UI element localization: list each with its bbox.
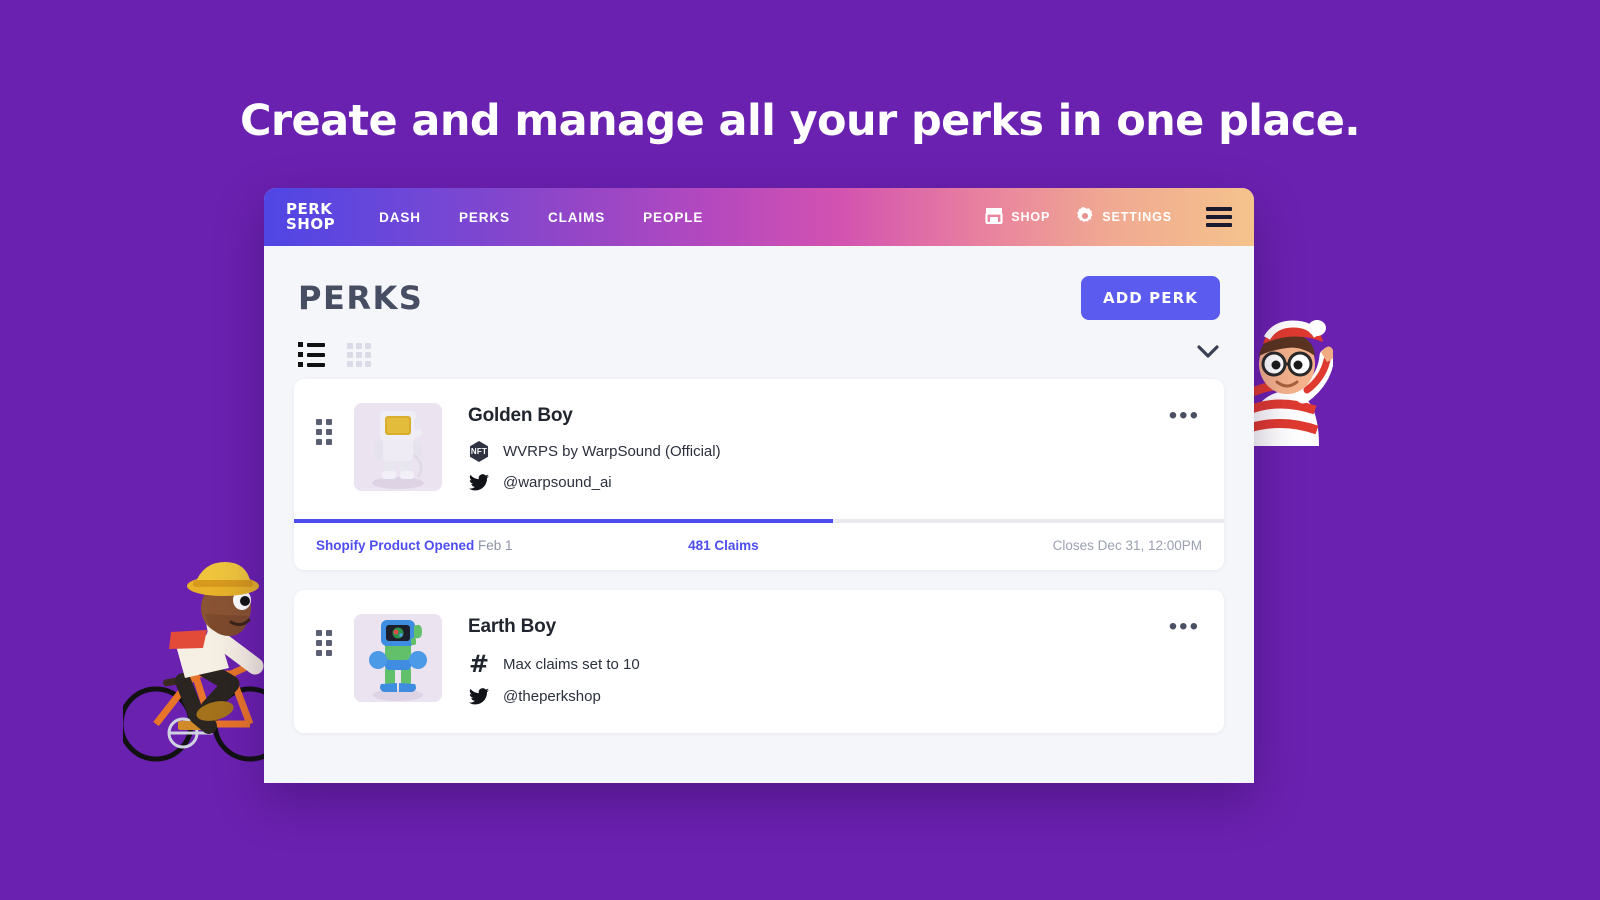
perk-status: Shopify Product Opened Feb 1 <box>316 538 688 553</box>
perk-thumbnail-earth-boy <box>354 614 442 702</box>
nav-item-settings[interactable]: SETTINGS <box>1076 206 1172 228</box>
nft-badge-icon: NFT <box>468 441 490 462</box>
perk-title: Golden Boy <box>468 405 573 426</box>
perk-status-label[interactable]: Shopify Product Opened <box>316 538 474 553</box>
hamburger-bar <box>1206 223 1232 227</box>
perk-title: Earth Boy <box>468 616 556 637</box>
perk-meta-twitter: @warpsound_ai <box>468 474 1167 491</box>
perk-card-earth-boy[interactable]: Earth Boy # Max claims set to 10 @theper… <box>294 590 1224 733</box>
chevron-down-icon[interactable] <box>1196 344 1220 365</box>
hash-icon: # <box>468 650 490 678</box>
logo-line-2: SHOP <box>286 215 336 233</box>
perk-twitter-handle: @warpsound_ai <box>503 474 612 491</box>
perk-claims-count[interactable]: 481 Claims <box>688 538 759 553</box>
perk-progress-fill <box>294 519 834 523</box>
page-header: PERKS ADD PERK <box>264 246 1254 320</box>
store-icon <box>985 207 1003 227</box>
grid-view-icon[interactable] <box>347 342 371 367</box>
cyclist-illustration <box>118 556 288 776</box>
perk-max-claims-text: Max claims set to 10 <box>503 655 640 673</box>
hamburger-bar <box>1206 207 1232 211</box>
twitter-icon <box>468 474 490 491</box>
perk-progress-bar <box>294 519 1224 523</box>
hamburger-bar <box>1206 215 1232 219</box>
nav-item-claims[interactable]: CLAIMS <box>548 210 605 225</box>
page-title: PERKS <box>298 279 424 317</box>
hamburger-menu-icon[interactable] <box>1206 207 1232 227</box>
nav-shop-label: SHOP <box>1011 210 1051 224</box>
view-toolbar <box>264 320 1254 379</box>
perk-info-earth-boy: Earth Boy # Max claims set to 10 @theper… <box>468 614 1167 717</box>
nav-right-group: SHOP SETTINGS <box>985 188 1254 246</box>
twitter-icon <box>468 688 490 705</box>
app-window: PERK SHOP DASH PERKS CLAIMS PEOPLE SHOP <box>264 188 1254 783</box>
perk-card-body: Earth Boy # Max claims set to 10 @theper… <box>294 590 1224 733</box>
waldo-illustration <box>1241 318 1335 453</box>
list-view-icon[interactable] <box>298 342 325 367</box>
drag-handle-icon[interactable] <box>316 630 332 656</box>
perk-list: Golden Boy NFT WVRPS by WarpSound (Offic… <box>264 379 1254 733</box>
top-navigation-bar: PERK SHOP DASH PERKS CLAIMS PEOPLE SHOP <box>264 188 1254 246</box>
nav-links: DASH PERKS CLAIMS PEOPLE <box>379 210 703 225</box>
nav-item-people[interactable]: PEOPLE <box>643 210 703 225</box>
nft-badge-label: NFT <box>469 441 489 462</box>
nav-item-shop[interactable]: SHOP <box>985 207 1050 227</box>
perk-meta-twitter: @theperkshop <box>468 688 1167 705</box>
perk-footer: Shopify Product Opened Feb 1 481 Claims … <box>294 523 1224 570</box>
nav-settings-label: SETTINGS <box>1102 210 1172 224</box>
perk-info-golden-boy: Golden Boy NFT WVRPS by WarpSound (Offic… <box>468 403 1167 503</box>
perk-meta-max-claims: # Max claims set to 10 <box>468 652 1167 676</box>
gear-icon <box>1076 206 1094 228</box>
more-options-icon[interactable]: ••• <box>1167 404 1202 428</box>
perk-claims: 481 Claims <box>688 538 972 553</box>
perk-card-golden-boy[interactable]: Golden Boy NFT WVRPS by WarpSound (Offic… <box>294 379 1224 570</box>
nav-item-dash[interactable]: DASH <box>379 210 421 225</box>
drag-handle-icon[interactable] <box>316 419 332 445</box>
perk-twitter-handle: @theperkshop <box>503 688 601 705</box>
perk-closes-date: Closes Dec 31, 12:00PM <box>1052 538 1202 553</box>
more-options-icon[interactable]: ••• <box>1167 615 1202 639</box>
app-logo[interactable]: PERK SHOP <box>286 202 335 232</box>
perk-card-body: Golden Boy NFT WVRPS by WarpSound (Offic… <box>294 379 1224 519</box>
nav-item-perks[interactable]: PERKS <box>459 210 510 225</box>
perk-collection-text: WVRPS by WarpSound (Official) <box>503 443 721 460</box>
perk-thumbnail-golden-boy <box>354 403 442 491</box>
add-perk-button[interactable]: ADD PERK <box>1081 276 1220 320</box>
page-headline: Create and manage all your perks in one … <box>239 96 1361 146</box>
perk-status-date: Feb 1 <box>478 538 513 553</box>
perk-meta-collection: NFT WVRPS by WarpSound (Official) <box>468 441 1167 462</box>
